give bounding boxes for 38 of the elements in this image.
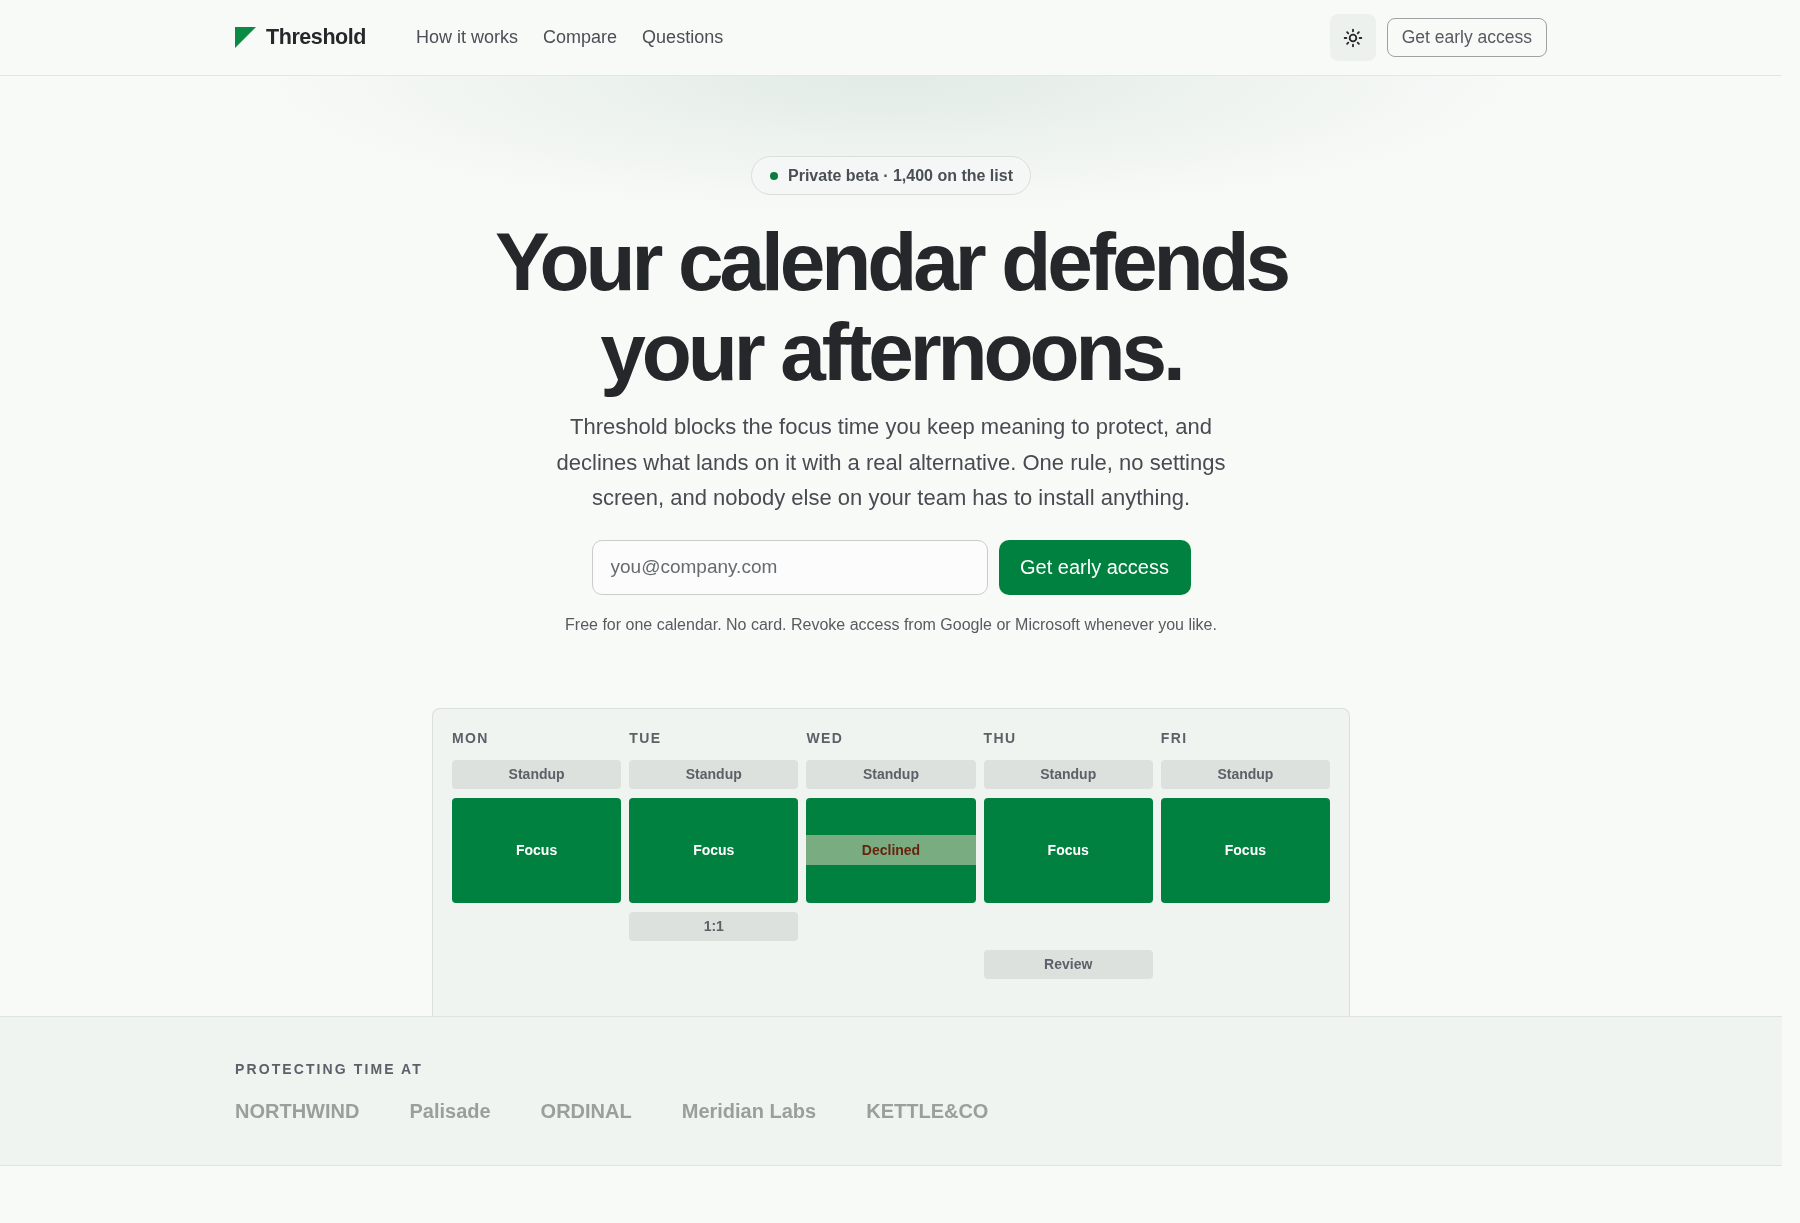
day-label: FRI — [1160, 728, 1188, 748]
signup-note: Free for one calendar. No card. Revoke access from Google or Microsoft whenever you like. — [565, 614, 1217, 635]
nav-link[interactable]: Questions — [642, 27, 724, 48]
calendar-event: Focus — [983, 797, 1153, 903]
brand-name[interactable]: Threshold — [266, 25, 367, 50]
email-input[interactable]: you@company.com — [591, 539, 988, 595]
day-label: THU — [983, 728, 1017, 748]
calendar-event: Focus — [629, 797, 799, 903]
calendar-event: Standup — [1160, 759, 1330, 789]
declined-label: Declined — [806, 835, 976, 865]
logo-icon — [235, 27, 256, 48]
status-dot-icon — [770, 171, 778, 180]
theme-toggle-button[interactable] — [1329, 14, 1376, 61]
hero-description: Threshold blocks the focus time you keep meaning to protect, and declines what lands on it with a real alternative. One rule, no settings screen, and nobody else on your team has to install anything. — [555, 413, 1227, 512]
calendar-event: Standup — [983, 759, 1153, 789]
nav-link[interactable]: How it works — [416, 27, 519, 48]
calendar-event: Focus — [452, 797, 622, 903]
partner-logo: ORDINAL — [540, 1098, 632, 1124]
partner-logo: Palisade — [409, 1098, 491, 1124]
partner-logo: NORTHWIND — [235, 1098, 360, 1124]
strip-heading: PROTECTING TIME AT — [235, 1059, 423, 1079]
day-label: MON — [452, 728, 489, 748]
partner-logo: KETTLE&CO — [866, 1098, 989, 1124]
submit-button[interactable]: Get early access — [998, 539, 1191, 595]
partner-logo: Meridian Labs — [681, 1098, 817, 1124]
day-label: WED — [806, 728, 844, 748]
calendar-event: Standup — [806, 759, 976, 789]
calendar-event: Review — [983, 949, 1153, 979]
calendar-event: 1:1 — [629, 911, 799, 941]
calendar-event: Standup — [629, 759, 799, 789]
calendar-event: Focus — [1160, 797, 1330, 903]
nav-link[interactable]: Compare — [543, 27, 618, 48]
hero-title: Your calendar defends your afternoons. — [494, 217, 1289, 397]
calendar-event: Standup — [452, 759, 622, 789]
badge-text: Private beta · 1,400 on the list — [788, 166, 1013, 185]
day-label: TUE — [629, 728, 662, 748]
early-access-button[interactable]: Get early access — [1386, 18, 1547, 57]
sun-icon — [1342, 27, 1363, 48]
